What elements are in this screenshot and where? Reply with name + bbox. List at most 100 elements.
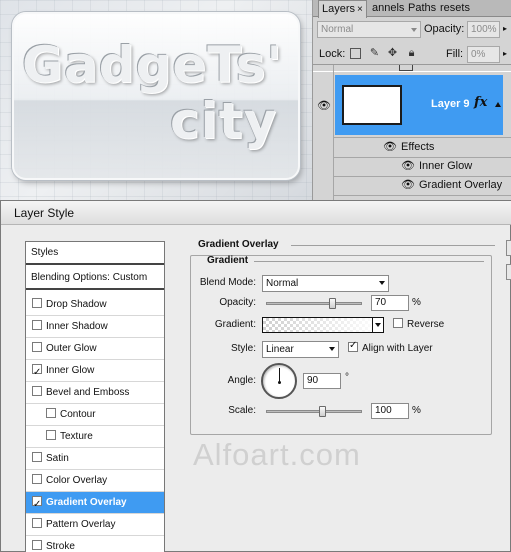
- row-divider: [333, 137, 511, 138]
- tab-presets[interactable]: resets: [437, 0, 473, 17]
- angle-needle: [279, 368, 280, 382]
- checkbox-icon[interactable]: [32, 320, 42, 331]
- checkbox-icon[interactable]: [32, 518, 42, 529]
- align-label: Align with Layer: [362, 343, 433, 354]
- style-item-satin[interactable]: Satin: [26, 448, 164, 470]
- style-item-outer-glow[interactable]: Outer Glow: [26, 338, 164, 360]
- layers-panel: Layers × annels Paths resets Normal Opaci…: [312, 0, 511, 201]
- eye-icon[interactable]: 👁︎: [317, 101, 331, 112]
- style-item-inner-glow[interactable]: Inner Glow: [26, 360, 164, 383]
- row-divider: [333, 195, 511, 196]
- reverse-checkbox[interactable]: Reverse: [393, 318, 444, 330]
- tab-channels[interactable]: annels: [369, 0, 407, 17]
- gradient-picker[interactable]: [262, 317, 384, 333]
- scale-slider[interactable]: [266, 406, 362, 417]
- style-item-label: Inner Shadow: [46, 321, 108, 332]
- angle-input[interactable]: 90: [303, 373, 341, 389]
- checkbox-icon[interactable]: [32, 342, 42, 353]
- opacity-input[interactable]: 70: [371, 295, 409, 311]
- opacity-slider-thumb[interactable]: [329, 298, 336, 309]
- style-item-label: Satin: [46, 453, 69, 464]
- checkbox-icon[interactable]: [32, 494, 42, 515]
- lock-brush-icon[interactable]: ✎: [369, 48, 380, 59]
- styles-header[interactable]: Styles: [26, 242, 164, 265]
- blend-mode-dropdown[interactable]: Normal: [317, 21, 421, 38]
- lock-label: Lock:: [319, 48, 346, 60]
- opacity-arrow-icon[interactable]: ▸: [503, 24, 507, 33]
- scale-label: Scale:: [228, 405, 256, 416]
- style-item-texture[interactable]: Texture: [26, 426, 164, 448]
- opacity-label: Opacity:: [424, 23, 465, 35]
- checkbox-icon[interactable]: [46, 430, 56, 441]
- close-icon[interactable]: ×: [357, 4, 363, 15]
- layer-name: Layer 9: [431, 98, 470, 110]
- cancel-button-edge[interactable]: [506, 264, 511, 280]
- tab-layers[interactable]: Layers ×: [318, 0, 367, 18]
- style-item-label: Drop Shadow: [46, 299, 107, 310]
- gradient-preview: [263, 318, 383, 332]
- fill-arrow-icon[interactable]: ▸: [503, 49, 507, 58]
- chevron-down-icon: [329, 347, 335, 351]
- lock-transparency-icon[interactable]: [350, 48, 361, 59]
- style-item-label: Contour: [60, 409, 96, 420]
- document-canvas[interactable]: GadgeTs' city: [0, 0, 312, 200]
- checkbox-icon[interactable]: [32, 474, 42, 485]
- column-divider: [333, 65, 334, 201]
- checkbox-icon[interactable]: [32, 452, 42, 463]
- style-item-stroke[interactable]: Stroke: [26, 536, 164, 552]
- gradient-overlay-eye-icon[interactable]: 👁︎: [401, 180, 415, 191]
- style-item-pattern-overlay[interactable]: Pattern Overlay: [26, 514, 164, 536]
- reverse-check-icon[interactable]: [393, 318, 403, 329]
- inner-glow-eye-icon[interactable]: 👁︎: [401, 161, 415, 172]
- style-item-label: Texture: [60, 431, 93, 442]
- lock-move-icon[interactable]: ✥: [387, 48, 398, 59]
- scale-slider-thumb[interactable]: [319, 406, 326, 417]
- style-item-color-overlay[interactable]: Color Overlay: [26, 470, 164, 492]
- chevron-down-icon[interactable]: [372, 318, 383, 332]
- section-rule: [291, 245, 495, 246]
- angle-center-dot: [278, 381, 281, 384]
- opacity-field[interactable]: 100%: [467, 21, 500, 38]
- align-check-icon[interactable]: [348, 340, 358, 353]
- align-with-layer-checkbox[interactable]: Align with Layer: [348, 340, 433, 354]
- checkbox-icon[interactable]: [32, 386, 42, 397]
- dialog-titlebar[interactable]: Layer Style: [1, 201, 511, 225]
- collapse-effects-icon[interactable]: [495, 102, 501, 107]
- style-item-label: Color Overlay: [46, 475, 108, 486]
- effect-inner-glow[interactable]: Inner Glow: [419, 160, 472, 172]
- checkbox-icon[interactable]: [32, 362, 42, 383]
- angle-dial[interactable]: [261, 363, 297, 399]
- ok-button-edge[interactable]: [506, 240, 511, 256]
- tab-paths[interactable]: Paths: [405, 0, 439, 17]
- style-select-value: Linear: [266, 344, 294, 355]
- style-item-label: Pattern Overlay: [46, 519, 116, 530]
- style-item-gradient-overlay[interactable]: Gradient Overlay: [26, 492, 164, 515]
- checkbox-icon[interactable]: [46, 408, 56, 419]
- style-item-bevel-and-emboss[interactable]: Bevel and Emboss: [26, 382, 164, 404]
- checkbox-icon[interactable]: [32, 298, 42, 309]
- opacity-unit: %: [412, 297, 421, 308]
- blend-mode-select[interactable]: Normal: [262, 275, 389, 292]
- fx-icon[interactable]: fx: [474, 95, 487, 110]
- style-item-contour[interactable]: Contour: [26, 404, 164, 426]
- scale-input[interactable]: 100: [371, 403, 409, 419]
- blending-options[interactable]: Blending Options: Custom: [26, 267, 164, 290]
- row-divider: [333, 176, 511, 177]
- group-rule: [254, 261, 484, 262]
- style-item-inner-shadow[interactable]: Inner Shadow: [26, 316, 164, 338]
- lock-all-icon[interactable]: 🔒︎: [406, 48, 417, 59]
- effect-gradient-overlay[interactable]: Gradient Overlay: [419, 179, 502, 191]
- effects-label: Effects: [401, 141, 435, 153]
- fill-field[interactable]: 0%: [467, 46, 500, 63]
- style-select[interactable]: Linear: [262, 341, 339, 358]
- angle-label: Angle:: [227, 375, 256, 386]
- opacity-slider[interactable]: [266, 298, 362, 309]
- angle-unit: °: [345, 372, 349, 383]
- effects-eye-icon[interactable]: 👁︎: [383, 142, 397, 153]
- layer-row-layer9[interactable]: Layer 9 fx: [335, 75, 503, 135]
- dialog-title: Layer Style: [14, 206, 75, 220]
- style-item-label: Gradient Overlay: [46, 497, 127, 508]
- style-item-label: Bevel and Emboss: [46, 387, 130, 398]
- style-item-drop-shadow[interactable]: Drop Shadow: [26, 294, 164, 316]
- checkbox-icon[interactable]: [32, 540, 42, 551]
